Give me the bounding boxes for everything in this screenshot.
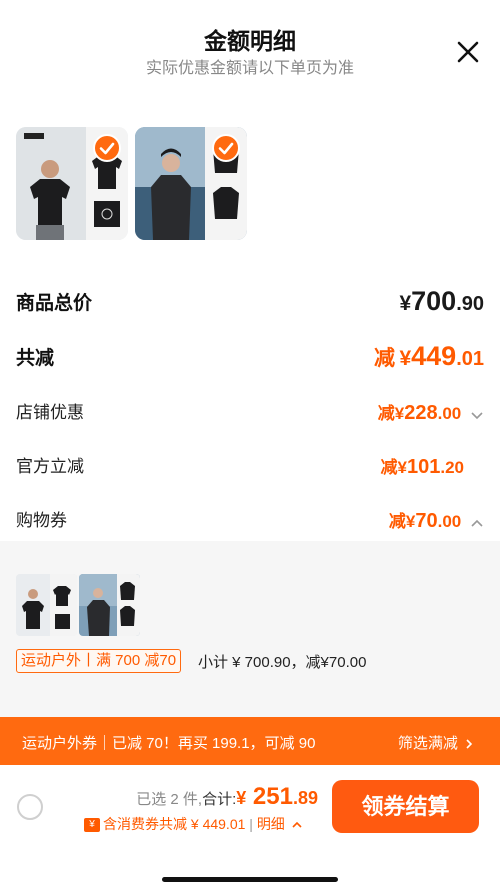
chevron-down-icon <box>471 411 483 419</box>
sheet-header: 金额明细 实际优惠金额请以下单页为准 <box>0 0 500 90</box>
chevron-right-icon <box>466 739 473 749</box>
home-indicator <box>162 877 338 882</box>
chevron-up-icon <box>471 519 483 527</box>
promo-tag: 运动户外丨满 700 减70 <box>16 649 182 673</box>
detail-link[interactable]: 明细 <box>257 816 285 832</box>
close-icon <box>457 41 479 63</box>
total-price-label: 商品总价 <box>16 293 93 314</box>
checkout-button[interactable]: 领券结算 <box>332 780 479 833</box>
product-thumb-jacket[interactable] <box>135 127 247 240</box>
selected-check-icon[interactable] <box>212 134 240 162</box>
total-discount-label: 共减 <box>16 348 55 369</box>
page-subtitle: 实际优惠金额请以下单页为准 <box>145 60 354 77</box>
discount-value: 减¥101.20 <box>380 456 464 478</box>
coupon-banner: 运动户外券｜已减 70！再买 199.1，可减 90 筛选满减 <box>0 717 500 765</box>
page-title: 金额明细 <box>204 28 296 54</box>
coupon-detail-panel: 运动户外丨满 700 减70 小计 ¥ 700.90，减¥70.00 <box>0 541 500 717</box>
discount-label: 店铺优惠 <box>16 403 84 422</box>
discount-label: 购物券 <box>16 511 67 530</box>
banner-text: 运动户外券｜已减 70！再买 199.1，可减 90 <box>22 735 316 752</box>
checkout-footer: 已选 2 件,合计:¥ 251.89 ¥ 含消费券共减 ¥ 449.01 | 明细… <box>0 765 500 893</box>
discount-row-official: 官方立减 减¥101.20 <box>16 452 484 480</box>
discount-value: 减¥228.00 <box>378 399 484 425</box>
product-thumb-tshirt[interactable] <box>16 127 128 240</box>
discount-value: 减¥70.00 <box>389 507 484 533</box>
discount-row-store[interactable]: 店铺优惠 减¥228.00 <box>16 398 484 426</box>
total-price: ¥ 251.89 <box>236 783 318 810</box>
total-discount-value: 减 ¥449.01 <box>373 341 484 371</box>
selected-total-line: 已选 2 件,合计:¥ 251.89 <box>136 783 318 810</box>
discount-label: 官方立减 <box>16 457 84 476</box>
coupon-icon: ¥ <box>84 818 100 833</box>
mini-product-tshirt <box>16 574 77 636</box>
chevron-up-icon <box>292 822 302 828</box>
selected-check-icon[interactable] <box>93 134 121 162</box>
discount-row-coupon[interactable]: 购物券 减¥70.00 <box>16 506 484 534</box>
promo-subtotal: 小计 ¥ 700.90，减¥70.00 <box>198 654 367 671</box>
close-button[interactable] <box>454 38 482 66</box>
total-price-row: 商品总价 ¥700.90 <box>16 286 484 320</box>
filter-discount-link[interactable]: 筛选满减 <box>398 732 474 753</box>
total-discount-row: 共减 减 ¥449.01 <box>16 341 484 375</box>
discount-summary-line[interactable]: ¥ 含消费券共减 ¥ 449.01 | 明细 <box>84 814 303 834</box>
mini-product-jacket <box>79 574 140 636</box>
select-all-radio[interactable] <box>17 794 43 820</box>
total-price-value: ¥700.90 <box>399 286 484 316</box>
